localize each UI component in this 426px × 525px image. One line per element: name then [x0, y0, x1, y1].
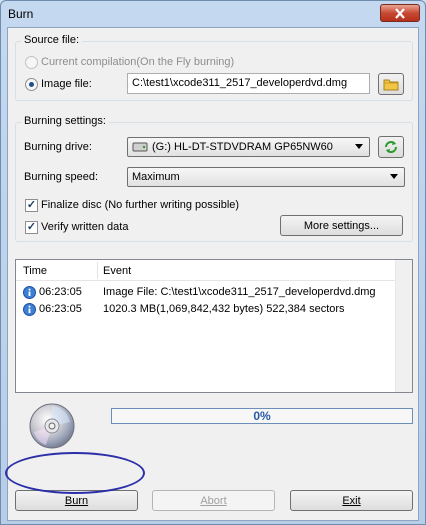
- log-time: 06:23:05: [39, 286, 82, 298]
- abort-button[interactable]: Abort: [152, 490, 275, 511]
- finalize-disc-label: Finalize disc (No further writing possib…: [41, 199, 240, 211]
- burn-window: Burn Source file: Current compilation(On…: [0, 0, 426, 525]
- browse-button[interactable]: [378, 73, 404, 95]
- log-scrollbar[interactable]: [395, 260, 412, 392]
- info-icon: [23, 303, 36, 316]
- folder-icon: [383, 79, 399, 91]
- refresh-drives-button[interactable]: [378, 136, 404, 158]
- event-log[interactable]: Time Event 06:23:05 Image File: C:\test1…: [15, 259, 413, 393]
- close-button[interactable]: [380, 4, 420, 22]
- image-file-input[interactable]: C:\test1\xcode311_2517_developerdvd.dmg: [127, 73, 370, 94]
- log-event: 1020.3 MB(1,069,842,432 bytes) 522,384 s…: [103, 303, 345, 315]
- title-bar[interactable]: Burn: [1, 1, 425, 29]
- source-file-group-title: Source file:: [21, 34, 83, 46]
- burning-settings-group-title: Burning settings:: [21, 115, 109, 127]
- burning-drive-label: Burning drive:: [24, 141, 92, 153]
- abort-button-label: Abort: [200, 494, 227, 507]
- time-column-header[interactable]: Time: [23, 265, 47, 277]
- verify-data-checkbox[interactable]: ✓: [25, 221, 38, 234]
- refresh-icon: [385, 141, 397, 153]
- burn-button-label: Burn: [64, 494, 89, 507]
- chevron-down-icon: [355, 144, 363, 149]
- window-title: Burn: [8, 7, 34, 21]
- current-compilation-label: Current compilation(On the Fly burning): [41, 56, 235, 68]
- image-file-label: Image file:: [41, 78, 92, 90]
- chevron-down-icon: [390, 174, 398, 179]
- highlight-annotation: [5, 452, 145, 494]
- burning-speed-label: Burning speed:: [24, 171, 98, 183]
- image-file-radio[interactable]: [25, 78, 38, 91]
- disc-icon: [29, 403, 75, 449]
- burning-speed-select[interactable]: Maximum: [127, 167, 405, 187]
- burning-drive-select[interactable]: (G:) HL-DT-STDVDRAM GP65NW60: [127, 137, 370, 157]
- log-header: Time Event: [16, 260, 412, 281]
- log-row[interactable]: 06:23:05 Image File: C:\test1\xcode311_2…: [16, 285, 386, 301]
- info-icon: [23, 286, 36, 299]
- verify-data-label: Verify written data: [41, 221, 129, 233]
- current-compilation-radio[interactable]: [25, 56, 38, 69]
- event-column-header[interactable]: Event: [103, 265, 131, 277]
- exit-button-label: Exit: [342, 494, 361, 507]
- close-icon: [395, 7, 405, 19]
- exit-button[interactable]: Exit: [290, 490, 413, 511]
- log-time: 06:23:05: [39, 303, 82, 315]
- drive-icon: [132, 142, 148, 152]
- more-settings-button[interactable]: More settings...: [280, 215, 403, 236]
- log-event: Image File: C:\test1\xcode311_2517_devel…: [103, 286, 376, 298]
- dialog-content: Source file: Current compilation(On the …: [7, 27, 419, 521]
- burn-progress-bar: 0%: [111, 408, 413, 424]
- finalize-disc-checkbox[interactable]: ✓: [25, 199, 38, 212]
- column-divider[interactable]: [97, 262, 98, 279]
- log-row[interactable]: 06:23:05 1020.3 MB(1,069,842,432 bytes) …: [16, 302, 386, 318]
- burning-drive-value: (G:) HL-DT-STDVDRAM GP65NW60: [152, 141, 333, 153]
- progress-text: 0%: [253, 409, 271, 423]
- burning-speed-value: Maximum: [132, 171, 180, 183]
